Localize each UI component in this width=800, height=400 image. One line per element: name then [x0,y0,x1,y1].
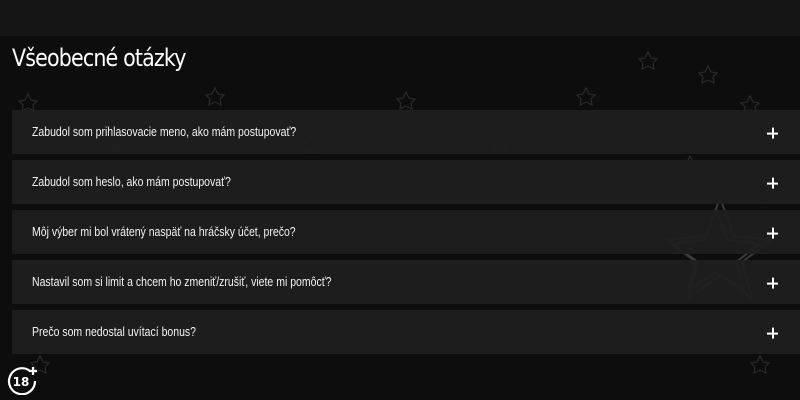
faq-item[interactable]: Zabudol som prihlasovacie meno, ako mám … [12,110,800,154]
plus-icon[interactable] [767,177,778,189]
faq-item[interactable]: Zabudol som heslo, ako mám postupovať? [12,160,800,204]
section-title: Všeobecné otázky [12,44,186,72]
faq-item[interactable]: Prečo som nedostal uvítací bonus? [12,310,800,354]
faq-item[interactable]: Môj výber mi bol vrátený naspäť na hráčs… [12,210,800,254]
faq-page: Všeobecné otázky Zabudol som prihlasovac… [0,0,800,400]
faq-question: Prečo som nedostal uvítací bonus? [32,325,197,339]
faq-question: Zabudol som heslo, ako mám postupovať? [32,175,231,189]
faq-question: Môj výber mi bol vrátený naspäť na hráčs… [32,225,296,239]
top-strip [0,0,800,36]
plus-icon[interactable] [767,327,778,339]
plus-icon[interactable] [767,227,778,239]
age-badge-label: 18 [13,375,30,389]
plus-icon[interactable] [767,127,778,139]
faq-question: Nastavil som si limit a chcem ho zmeniť/… [32,275,332,289]
faq-item[interactable]: Nastavil som si limit a chcem ho zmeniť/… [12,260,800,304]
faq-question: Zabudol som prihlasovacie meno, ako mám … [32,125,297,139]
plus-icon[interactable] [767,277,778,289]
age-restriction-icon: 18 [7,367,37,395]
faq-list: Zabudol som prihlasovacie meno, ako mám … [12,110,800,360]
